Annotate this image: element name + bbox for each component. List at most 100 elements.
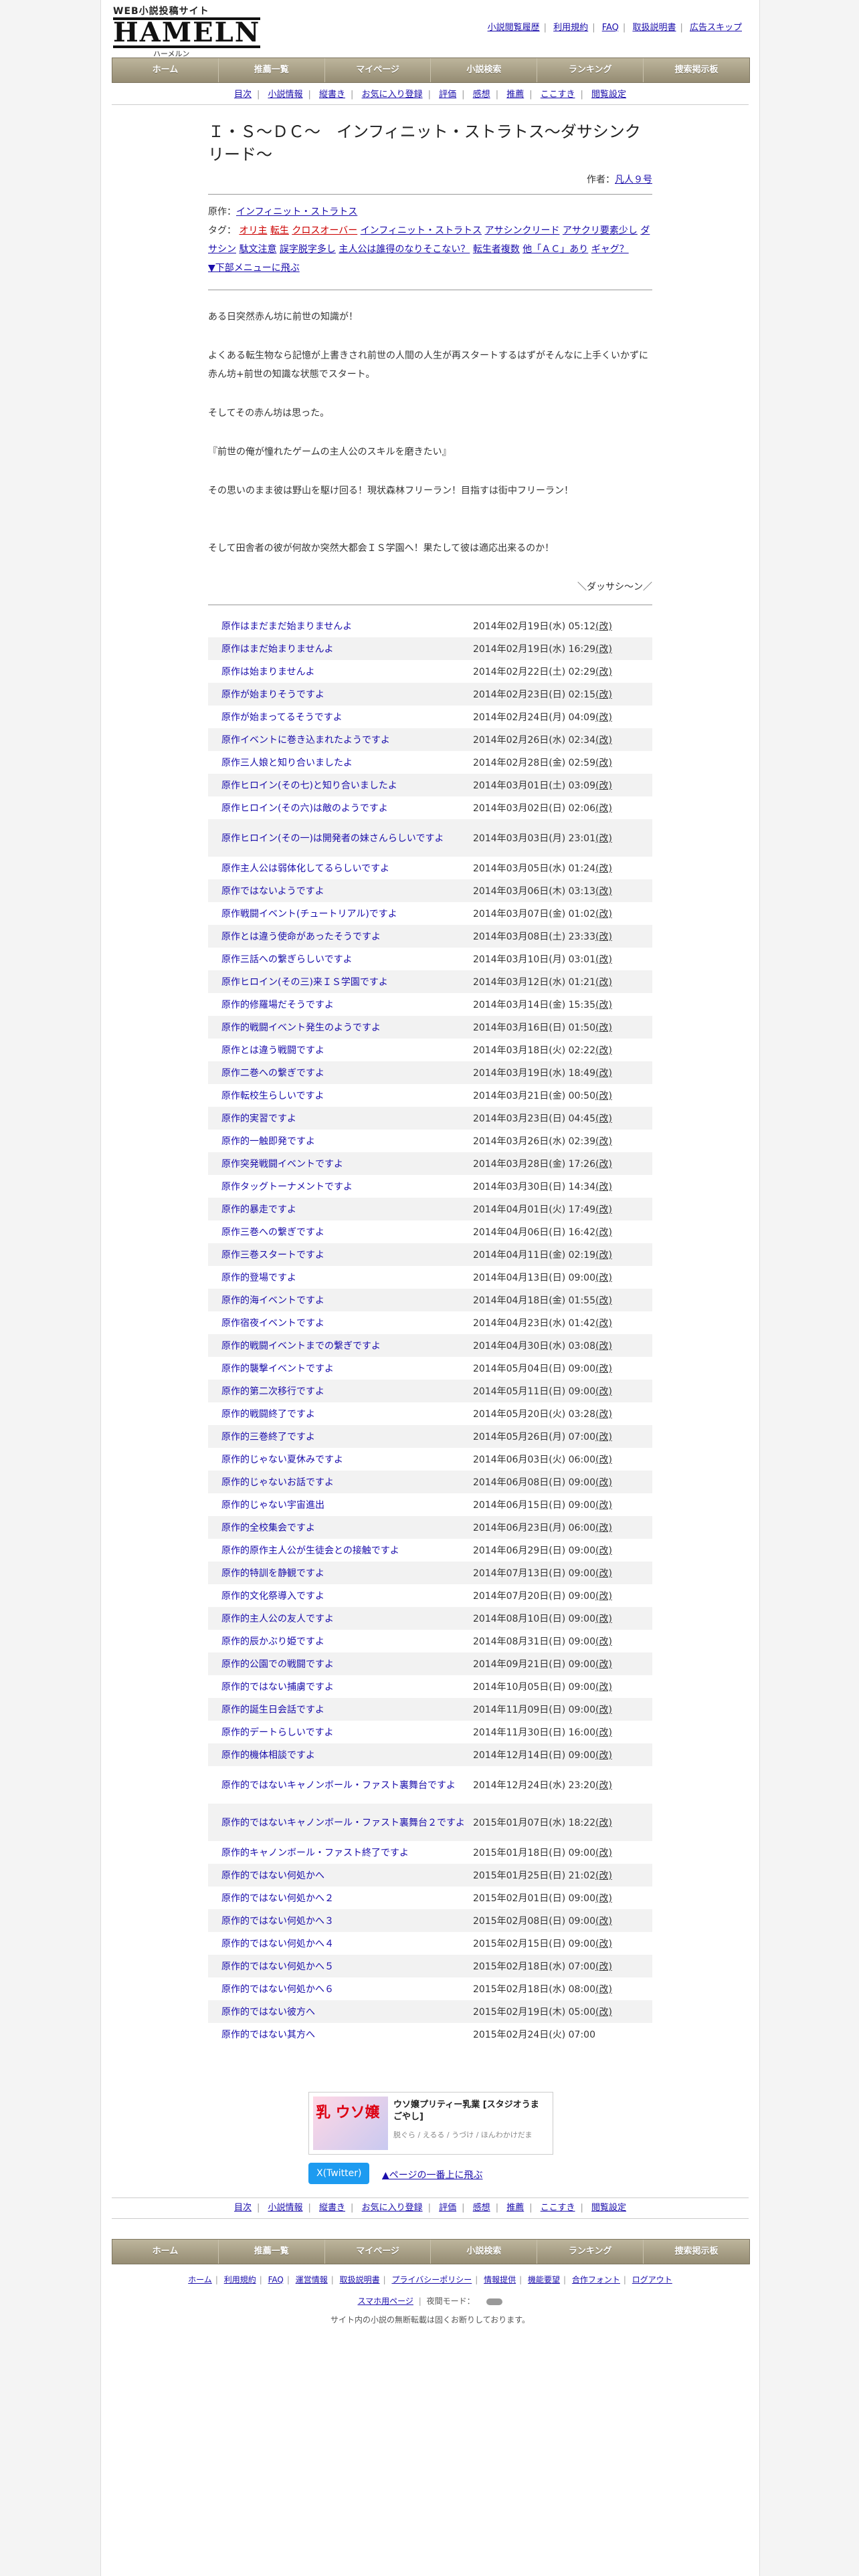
tag-link[interactable]: 駄文注意 — [239, 244, 276, 255]
subnav-toc[interactable]: 目次 — [234, 90, 252, 100]
chapter-revised-mark[interactable]: (改) — [595, 1636, 612, 1647]
subnav-settings[interactable]: 閲覧設定 — [591, 2203, 626, 2213]
chapter-link[interactable]: 原作はまだ始まりませんよ — [221, 644, 334, 655]
chapter-link[interactable]: 原作的ではない何処かへ２ — [221, 1893, 334, 1904]
chapter-link[interactable]: 原作的キャノンボール・ファスト終了ですよ — [221, 1848, 409, 1858]
chapter-link[interactable]: 原作三巻への繋ぎですよ — [221, 1227, 324, 1238]
chapter-revised-mark[interactable]: (改) — [595, 1318, 612, 1329]
chapter-link[interactable]: 原作的公園での戦闘ですよ — [221, 1659, 334, 1670]
chapter-link[interactable]: 原作的実習ですよ — [221, 1113, 296, 1124]
x-share-button[interactable]: X(Twitter) — [308, 2163, 370, 2184]
chapter-link[interactable]: 原作的機体相談ですよ — [221, 1750, 315, 1761]
chapter-link[interactable]: 原作転校生らしいですよ — [221, 1091, 324, 1101]
chapter-link[interactable]: 原作ではないようですよ — [221, 886, 324, 897]
chapter-link[interactable]: 原作ヒロイン(その七)と知り合いましたよ — [221, 780, 397, 791]
tag-link[interactable]: 誤字脱字多し — [280, 244, 336, 255]
nav-ranking[interactable]: ランキング — [537, 58, 644, 82]
chapter-link[interactable]: 原作的ではない何処かへ — [221, 1870, 324, 1881]
subnav-comments[interactable]: 感想 — [473, 90, 490, 100]
chapter-revised-mark[interactable]: (改) — [595, 1870, 612, 1881]
chapter-revised-mark[interactable]: (改) — [595, 1591, 612, 1602]
chapter-link[interactable]: 原作的戦闘終了ですよ — [221, 1409, 315, 1420]
chapter-revised-mark[interactable]: (改) — [595, 1386, 612, 1397]
chapter-revised-mark[interactable]: (改) — [595, 1227, 612, 1238]
chapter-link[interactable]: 原作的ではない何処かへ６ — [221, 1984, 334, 1995]
chapter-revised-mark[interactable]: (改) — [595, 1523, 612, 1533]
nav-ranking[interactable]: ランキング — [537, 2240, 644, 2264]
chapter-link[interactable]: 原作突発戦闘イベントですよ — [221, 1159, 343, 1170]
chapter-revised-mark[interactable]: (改) — [595, 1182, 612, 1192]
subnav-toc[interactable]: 目次 — [234, 2203, 252, 2213]
chapter-link[interactable]: 原作的戦闘イベント発生のようですよ — [221, 1023, 381, 1033]
chapter-revised-mark[interactable]: (改) — [595, 1818, 612, 1828]
footer-link[interactable]: 利用規約 — [224, 2275, 256, 2284]
chapter-revised-mark[interactable]: (改) — [595, 1659, 612, 1670]
chapter-revised-mark[interactable]: (改) — [595, 758, 612, 768]
chapter-revised-mark[interactable]: (改) — [595, 1961, 612, 1972]
tag-link[interactable]: クロスオーバー — [292, 225, 357, 236]
chapter-revised-mark[interactable]: (改) — [595, 1113, 612, 1124]
chapter-link[interactable]: 原作的じゃないお話ですよ — [221, 1477, 334, 1488]
subnav-recommend[interactable]: 推薦 — [506, 2203, 524, 2213]
chapter-link[interactable]: 原作的第二次移行ですよ — [221, 1386, 324, 1397]
chapter-revised-mark[interactable]: (改) — [595, 644, 612, 655]
nav-home[interactable]: ホーム — [112, 2240, 219, 2264]
chapter-link[interactable]: 原作タッグトーナメントですよ — [221, 1182, 353, 1192]
chapter-revised-mark[interactable]: (改) — [595, 833, 612, 844]
nav-recommend[interactable]: 推薦一覧 — [219, 58, 325, 82]
ad-title[interactable]: ウソ嬢プリティー乳業 [スタジオうまごやし] — [393, 2099, 547, 2123]
chapter-link[interactable]: 原作は始まりませんよ — [221, 667, 315, 677]
chapter-link[interactable]: 原作的じゃない宇宙進出 — [221, 1500, 324, 1511]
chapter-revised-mark[interactable]: (改) — [595, 735, 612, 746]
chapter-revised-mark[interactable]: (改) — [595, 689, 612, 700]
chapter-link[interactable]: 原作的三巻終了ですよ — [221, 1432, 315, 1442]
subnav-rate[interactable]: 評価 — [439, 2203, 456, 2213]
nav-board[interactable]: 捜索掲示板 — [644, 58, 749, 82]
top-link-history[interactable]: 小説閲覧履歴 — [488, 23, 540, 33]
tag-link[interactable]: 転生者複数 — [473, 244, 520, 255]
site-logo[interactable]: WEB小説投稿サイト HAMELN ハーメルン — [113, 4, 262, 58]
subnav-settings[interactable]: 閲覧設定 — [591, 90, 626, 100]
chapter-link[interactable]: 原作主人公は弱体化してるらしいですよ — [221, 863, 389, 874]
chapter-revised-mark[interactable]: (改) — [595, 1893, 612, 1904]
chapter-link[interactable]: 原作的ではない其方へ — [221, 2030, 315, 2040]
tag-link[interactable]: ギャグ？ — [591, 244, 629, 255]
jump-to-bottom-link[interactable]: ▼下部メニューに飛ぶ — [208, 263, 300, 274]
chapter-revised-mark[interactable]: (改) — [595, 1000, 612, 1010]
subnav-rate[interactable]: 評価 — [439, 90, 456, 100]
subnav-kokosuki[interactable]: ここすき — [541, 2203, 575, 2213]
tag-link[interactable]: 他「ＡＣ」あり — [522, 244, 588, 255]
top-link-terms[interactable]: 利用規約 — [553, 23, 588, 33]
chapter-link[interactable]: 原作的戦闘イベントまでの繋ぎですよ — [221, 1341, 381, 1352]
chapter-revised-mark[interactable]: (改) — [595, 1250, 612, 1261]
mobile-page-link[interactable]: スマホ用ページ — [358, 2296, 413, 2306]
chapter-link[interactable]: 原作宿夜イベントですよ — [221, 1318, 324, 1329]
chapter-link[interactable]: 原作的襲撃イベントですよ — [221, 1364, 334, 1374]
chapter-link[interactable]: 原作的ではない何処かへ３ — [221, 1916, 334, 1927]
chapter-link[interactable]: 原作的全校集会ですよ — [221, 1523, 315, 1533]
chapter-revised-mark[interactable]: (改) — [595, 909, 612, 920]
chapter-revised-mark[interactable]: (改) — [595, 1295, 612, 1306]
chapter-revised-mark[interactable]: (改) — [595, 954, 612, 965]
chapter-revised-mark[interactable]: (改) — [595, 1364, 612, 1374]
chapter-revised-mark[interactable]: (改) — [595, 1780, 612, 1791]
top-link-faq[interactable]: FAQ — [602, 23, 619, 33]
chapter-link[interactable]: 原作が始まってるそうですよ — [221, 712, 343, 723]
chapter-revised-mark[interactable]: (改) — [595, 1848, 612, 1858]
chapter-revised-mark[interactable]: (改) — [595, 1136, 612, 1147]
nav-recommend[interactable]: 推薦一覧 — [219, 2240, 325, 2264]
subnav-comments[interactable]: 感想 — [473, 2203, 490, 2213]
back-to-top-link[interactable]: ▲ページの一番上に飛ぶ — [382, 2168, 483, 2181]
footer-link[interactable]: ログアウト — [632, 2275, 672, 2284]
subnav-favorite[interactable]: お気に入り登録 — [362, 2203, 423, 2213]
footer-link[interactable]: 運営情報 — [296, 2275, 328, 2284]
chapter-revised-mark[interactable]: (改) — [595, 1545, 612, 1556]
chapter-revised-mark[interactable]: (改) — [595, 932, 612, 942]
chapter-link[interactable]: 原作的ではない何処かへ４ — [221, 1939, 334, 1949]
chapter-link[interactable]: 原作はまだまだ始まりませんよ — [221, 621, 352, 632]
chapter-link[interactable]: 原作的辰かぶり姫ですよ — [221, 1636, 324, 1647]
tag-link[interactable]: オリ主 — [239, 225, 267, 236]
chapter-link[interactable]: 原作とは違う使命があったそうですよ — [221, 932, 381, 942]
chapter-revised-mark[interactable]: (改) — [595, 1916, 612, 1927]
footer-link[interactable]: 情報提供 — [484, 2275, 516, 2284]
